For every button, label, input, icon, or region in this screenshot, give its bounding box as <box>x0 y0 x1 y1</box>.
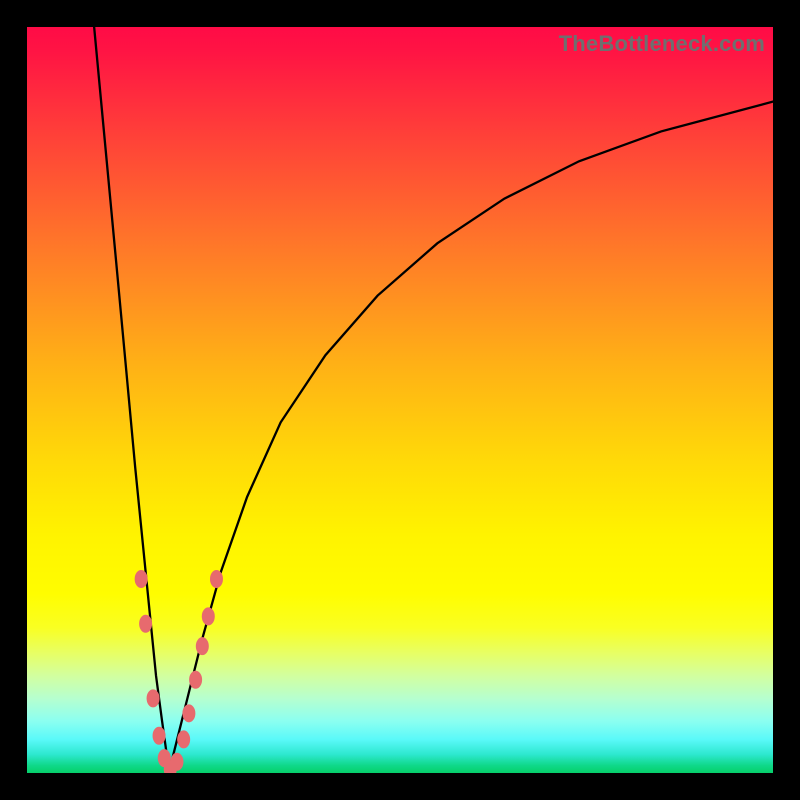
marker-dot <box>189 671 202 689</box>
marker-dot <box>147 689 160 707</box>
watermark-text: TheBottleneck.com <box>559 31 765 57</box>
chart-stage: TheBottleneck.com <box>0 0 800 800</box>
marker-dot <box>153 727 166 745</box>
marker-dot <box>196 637 209 655</box>
marker-dot <box>182 704 195 722</box>
plot-area: TheBottleneck.com <box>27 27 773 773</box>
marker-dot <box>202 607 215 625</box>
curve-layer <box>27 27 773 773</box>
curve-left <box>94 27 169 773</box>
marker-dot <box>135 570 148 588</box>
marker-dot <box>210 570 223 588</box>
marker-dot <box>177 730 190 748</box>
marker-dot <box>139 615 152 633</box>
curve-right <box>169 102 773 773</box>
marker-dot <box>170 753 183 771</box>
